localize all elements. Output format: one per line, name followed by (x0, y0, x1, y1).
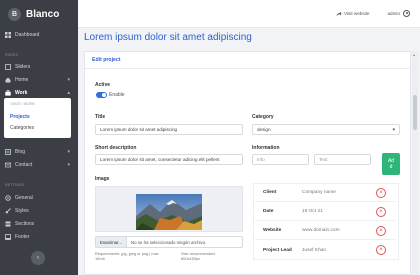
category-select[interactable]: design ▾ (252, 124, 400, 135)
user-menu[interactable]: admin (387, 10, 410, 17)
category-value: design (257, 127, 271, 132)
chevron-up-icon: ▴ (67, 89, 70, 96)
visit-website-link[interactable]: Visit website (336, 11, 369, 17)
sliders-icon (5, 63, 11, 70)
delete-row-button[interactable]: × (376, 245, 386, 255)
short-description-input[interactable]: Lorem ipsum dolor sit amet, consectetur … (95, 154, 243, 165)
sidebar-item-footer[interactable]: Footer (0, 230, 78, 243)
text-input[interactable]: Text (314, 154, 371, 165)
sidebar-item-blog[interactable]: Blog ▾ (0, 145, 78, 158)
dashboard-icon (5, 31, 11, 38)
row-value: www.domain.com (302, 228, 340, 233)
table-row: Date 19 Oct 21 (255, 203, 395, 221)
brand[interactable]: B Blanco (0, 0, 78, 28)
submenu-item-projects[interactable]: Projects (10, 112, 71, 123)
table-row: Project Lead Jusef Khan (255, 241, 395, 259)
sidebar-item-label: Sliders (15, 63, 31, 70)
short-description-label: Short description (95, 145, 137, 151)
row-value: Jusef Khan (302, 247, 327, 253)
info-input[interactable]: Info (252, 154, 309, 165)
sidebar-section-settings: SETTINGS (5, 183, 25, 187)
image-label: Image (95, 176, 110, 182)
footer-icon (5, 233, 11, 240)
chevron-down-icon: ▾ (67, 148, 70, 155)
submenu-header: CMOS / WORK (10, 102, 35, 106)
work-submenu: CMOS / WORK Projects Categories (4, 98, 71, 138)
image-requirements: Requirements: jpg, jpeg or png | max 10m… (95, 251, 159, 261)
gear-icon (5, 194, 11, 201)
information-label: Information (252, 145, 280, 151)
sidebar-item-dashboard[interactable]: Dashboard (0, 28, 78, 41)
contact-icon (5, 162, 11, 167)
chevron-down-icon: ▾ (392, 126, 395, 133)
sidebar-item-label: Home (15, 76, 29, 83)
image-size-hint: Size recommended: 800x450px (181, 251, 216, 261)
sidebar-item-sliders[interactable]: Sliders (0, 60, 78, 73)
chevron-down-icon: ▾ (67, 161, 70, 168)
title-label: Title (95, 114, 106, 120)
sidebar-item-sections[interactable]: Sections (0, 217, 78, 230)
active-toggle[interactable] (96, 92, 107, 98)
card-title: Edit project (85, 52, 410, 69)
title-input[interactable]: Lorem ipsum dolor sit amet adipiscing (95, 124, 243, 135)
collapse-sidebar-button[interactable]: ‹ (31, 251, 45, 265)
sidebar-item-label: Work (15, 89, 28, 96)
visit-website-label: Visit website (344, 11, 370, 16)
submenu-item-categories[interactable]: Categories (10, 123, 71, 134)
sidebar-item-label: Dashboard (15, 31, 40, 38)
row-key: Project Lead (263, 247, 292, 253)
delete-row-button[interactable]: × (376, 188, 386, 198)
sidebar-item-label: Footer (15, 233, 30, 240)
row-value: Company name (302, 190, 336, 195)
requirements-line: 10mb (95, 256, 105, 261)
row-key: Date (263, 209, 274, 214)
scrollbar-thumb[interactable] (413, 95, 417, 130)
row-key: Website (263, 228, 282, 233)
add-info-button[interactable]: Ad d (382, 153, 400, 175)
chevron-down-icon: ▾ (67, 76, 70, 83)
home-icon (5, 77, 11, 82)
file-status: No se ha seleccionado ningún archivo. (130, 239, 207, 245)
sidebar-item-home[interactable]: Home ▾ (0, 73, 78, 86)
page-title: Lorem ipsum dolor sit amet adipiscing (84, 32, 252, 43)
table-row: Website www.domain.com (255, 222, 395, 240)
sidebar-item-general[interactable]: General (0, 191, 78, 204)
sections-icon (5, 221, 11, 226)
brand-logo: B (8, 7, 21, 21)
sidebar-item-label: Blog (15, 148, 26, 155)
sidebar-item-label: Contact (15, 161, 33, 168)
scroll-up-icon[interactable]: ▴ (413, 52, 415, 57)
user-name: admin (387, 11, 400, 16)
blog-icon (5, 148, 11, 155)
delete-row-button[interactable]: × (376, 226, 386, 236)
delete-row-button[interactable]: × (376, 207, 386, 217)
share-icon (336, 11, 342, 16)
sidebar-item-label: Sections (15, 220, 35, 227)
sidebar-item-label: General (15, 194, 33, 201)
brand-name: Blanco (26, 8, 60, 20)
browse-button[interactable]: Examinar... (96, 237, 127, 247)
add-button-label-line2: d (389, 164, 393, 170)
sidebar-item-styles[interactable]: Styles (0, 204, 78, 217)
project-image (136, 194, 202, 230)
enable-label: Enable (109, 92, 125, 98)
image-file-input[interactable]: Examinar... No se ha seleccionado ningún… (95, 236, 243, 248)
row-value: 19 Oct 21 (302, 209, 323, 214)
topbar: Visit website admin (78, 0, 420, 28)
sidebar-item-contact[interactable]: Contact ▾ (0, 158, 78, 171)
sidebar-section-pages: PAGES (5, 53, 19, 57)
sidebar-item-label: Styles (15, 207, 29, 214)
table-row: Client Company name (255, 184, 395, 202)
user-icon (403, 10, 410, 17)
category-label: Category (252, 114, 274, 120)
scrollbar[interactable] (412, 51, 418, 275)
brush-icon (5, 207, 11, 213)
active-label: Active (95, 82, 111, 88)
size-hint-line: 800x450px (181, 256, 201, 261)
briefcase-icon (5, 89, 11, 96)
row-key: Client (263, 190, 277, 195)
